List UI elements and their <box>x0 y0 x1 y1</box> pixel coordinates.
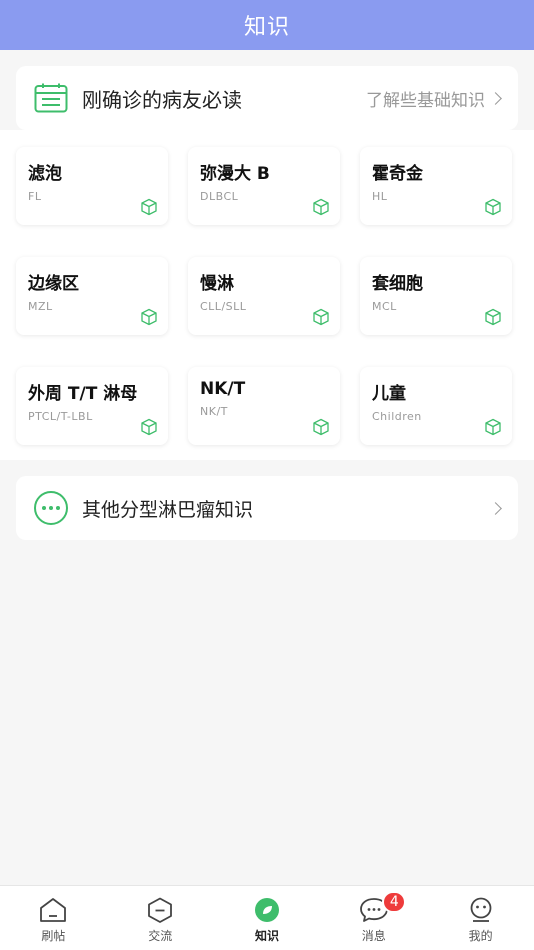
knowledge-leaf-icon <box>254 898 279 922</box>
tab-exchange[interactable]: 交流 <box>107 886 214 950</box>
newbie-guide-card[interactable]: 刚确诊的病友必读 了解些基础知识 <box>16 66 518 130</box>
type-name: 儿童 <box>372 384 406 404</box>
type-tile-children[interactable]: 儿童 Children <box>360 367 512 445</box>
type-name: 霍奇金 <box>372 164 423 184</box>
tab-knowledge[interactable]: 知识 <box>214 886 321 950</box>
cube-icon <box>141 418 157 436</box>
cube-icon <box>313 308 329 326</box>
other-types-title: 其他分型淋巴瘤知识 <box>82 498 254 521</box>
home-icon <box>40 898 67 922</box>
type-name: 边缘区 <box>28 274 79 294</box>
type-name: 慢淋 <box>200 274 234 294</box>
type-tile-nkt[interactable]: NK/T NK/T <box>188 367 340 445</box>
type-tile-hl[interactable]: 霍奇金 HL <box>360 147 512 225</box>
type-abbr: HL <box>372 190 388 203</box>
type-name: 滤泡 <box>28 164 62 184</box>
unread-badge: 4 <box>382 891 407 913</box>
profile-face-icon <box>470 897 491 922</box>
type-tile-mzl[interactable]: 边缘区 MZL <box>16 257 168 335</box>
cube-icon <box>313 418 329 436</box>
type-tile-cll[interactable]: 慢淋 CLL/SLL <box>188 257 340 335</box>
cube-icon <box>485 308 501 326</box>
bottom-tab-bar: 刷帖 交流 知识 4 消息 我的 <box>0 885 534 950</box>
cube-icon <box>141 308 157 326</box>
hexagon-minus-icon <box>148 897 173 923</box>
chevron-right-icon <box>489 91 502 105</box>
tab-label: 刷帖 <box>41 929 66 943</box>
cube-icon <box>313 198 329 216</box>
cube-icon <box>485 198 501 216</box>
calendar-list-icon <box>34 83 68 113</box>
type-abbr: MZL <box>28 300 53 313</box>
type-abbr: NK/T <box>200 405 228 418</box>
type-name: 弥漫大 B <box>200 164 270 184</box>
type-abbr: PTCL/T-LBL <box>28 410 93 423</box>
more-dots-icon <box>34 491 68 525</box>
page-title: 知识 <box>243 15 290 40</box>
type-name: NK/T <box>200 379 246 399</box>
type-name: 外周 T/T 淋母 <box>28 384 138 404</box>
other-types-card[interactable]: 其他分型淋巴瘤知识 <box>16 476 518 540</box>
cube-icon <box>141 198 157 216</box>
tab-label: 交流 <box>148 929 173 943</box>
app-header: 知识 <box>0 0 534 50</box>
type-tile-dlbcl[interactable]: 弥漫大 B DLBCL <box>188 147 340 225</box>
tab-label: 消息 <box>361 929 386 943</box>
lymphoma-type-grid: 滤泡 FL 弥漫大 B DLBCL 霍奇金 HL 边缘区 MZL 慢淋 CLL/… <box>0 130 534 460</box>
type-tile-fl[interactable]: 滤泡 FL <box>16 147 168 225</box>
tab-home[interactable]: 刷帖 <box>0 886 107 950</box>
type-abbr: DLBCL <box>200 190 239 203</box>
type-tile-mcl[interactable]: 套细胞 MCL <box>360 257 512 335</box>
type-abbr: Children <box>372 410 422 423</box>
tab-label: 知识 <box>254 929 279 943</box>
type-tile-ptcl[interactable]: 外周 T/T 淋母 PTCL/T-LBL <box>16 367 168 445</box>
cube-icon <box>485 418 501 436</box>
type-abbr: MCL <box>372 300 397 313</box>
tab-mine[interactable]: 我的 <box>427 886 534 950</box>
chevron-right-icon <box>489 501 502 515</box>
newbie-guide-title: 刚确诊的病友必读 <box>82 87 242 112</box>
tab-messages[interactable]: 4 消息 <box>320 886 427 950</box>
type-abbr: FL <box>28 190 42 203</box>
type-name: 套细胞 <box>372 274 423 294</box>
newbie-guide-subtitle: 了解些基础知识 <box>366 90 485 111</box>
type-abbr: CLL/SLL <box>200 300 247 313</box>
tab-label: 我的 <box>468 929 493 943</box>
